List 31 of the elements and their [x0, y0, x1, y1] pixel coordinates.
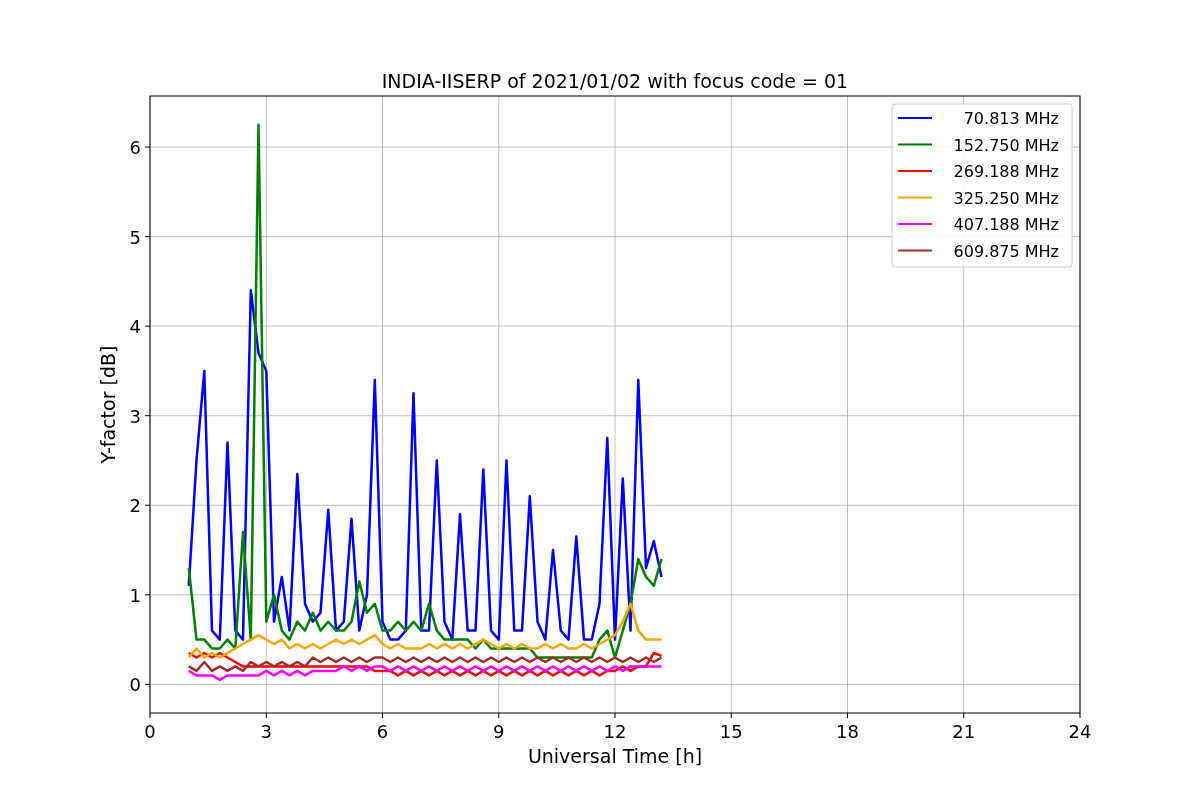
tick-label: 4: [129, 316, 141, 338]
legend-label: 70.813 MHz: [963, 109, 1059, 128]
tick-label: 0: [129, 674, 141, 696]
chart-title: INDIA-IISERP of 2021/01/02 with focus code = 01: [381, 70, 849, 92]
legend-line: [897, 117, 933, 119]
tick-label: 0: [144, 721, 156, 742]
legend-line: [897, 223, 933, 225]
tick-label: 1: [129, 584, 141, 606]
tick-label: 3: [129, 405, 141, 427]
tick-label: 2: [129, 495, 141, 517]
tick-label: 18: [836, 721, 859, 742]
y-axis-label: Y-factor [dB]: [97, 345, 119, 464]
tick-label: 9: [493, 721, 505, 742]
legend-line: [897, 196, 933, 199]
tick-label: 12: [603, 721, 627, 742]
tick-label: 5: [129, 226, 141, 248]
tick-label: 3: [260, 721, 272, 742]
legend-label: 407.188 MHz: [953, 215, 1059, 234]
legend-label: 269.188 MHz: [953, 162, 1059, 181]
legend-line: [897, 170, 933, 172]
tick-label: 21: [952, 721, 976, 742]
legend-label: 325.250 MHz: [953, 188, 1059, 208]
legend-label: 609.875 MHz: [953, 241, 1059, 261]
legend-line: [897, 249, 933, 252]
legend-line: [897, 143, 933, 146]
tick-label: 24: [1068, 721, 1092, 742]
x-axis-label: Universal Time [h]: [527, 745, 703, 767]
tick-label: 15: [719, 721, 743, 742]
tick-label: 6: [129, 137, 141, 159]
legend-label: 152.750 MHz: [953, 135, 1059, 155]
tick-label: 6: [376, 721, 389, 742]
